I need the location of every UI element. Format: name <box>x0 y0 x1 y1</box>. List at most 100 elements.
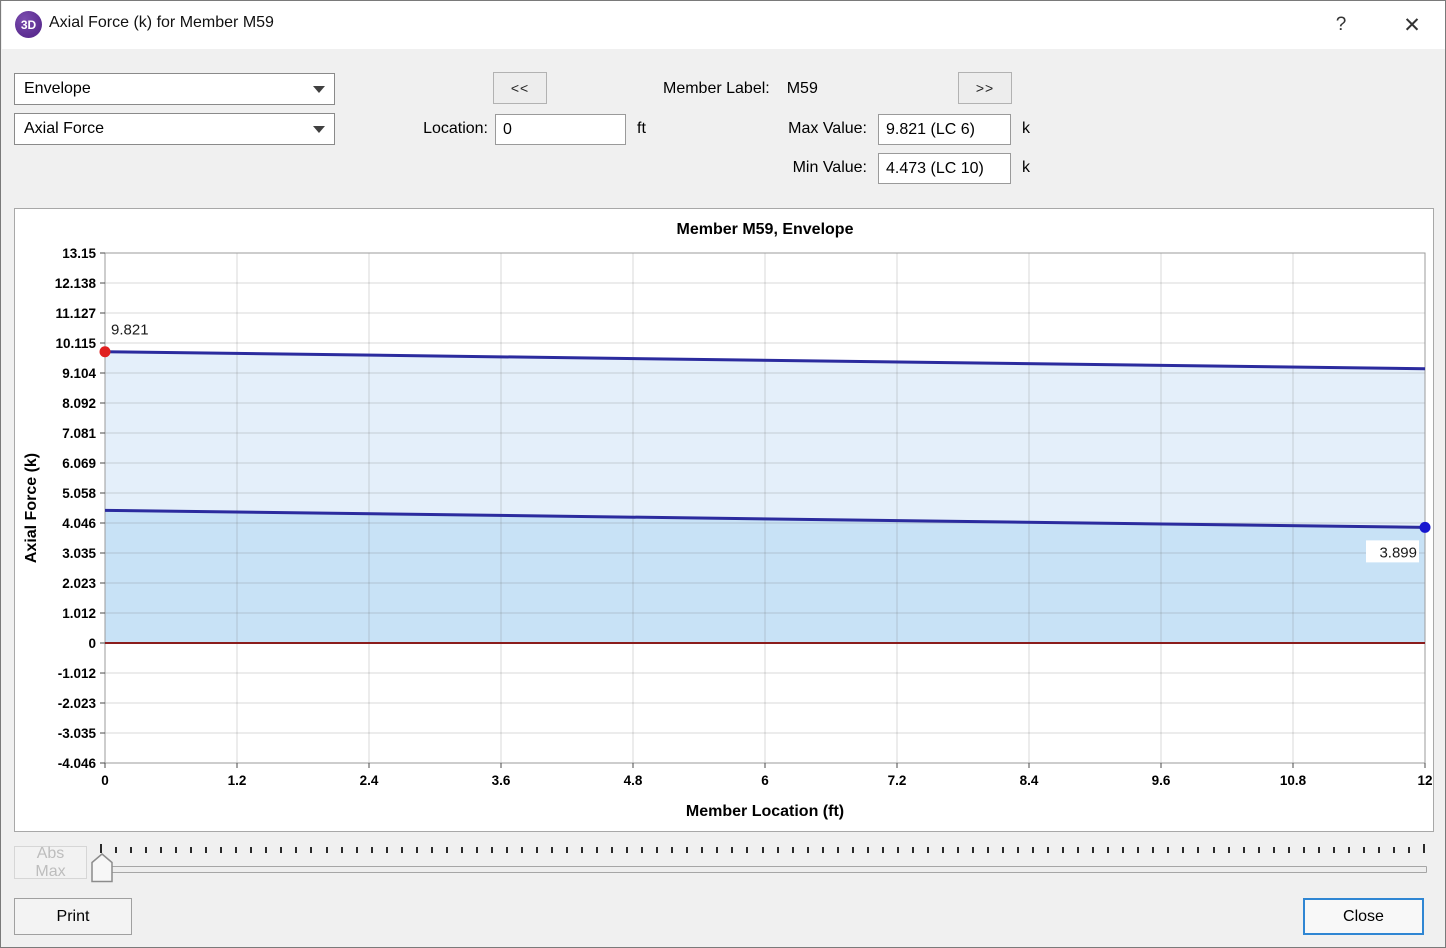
slider-tick <box>716 847 718 853</box>
slider-tick <box>1197 847 1199 853</box>
slider-tick <box>506 847 508 853</box>
previous-member-button[interactable]: << <box>493 72 547 104</box>
slider-tick <box>1303 847 1305 853</box>
slider-tick <box>882 847 884 853</box>
svg-text:7.081: 7.081 <box>62 426 96 441</box>
svg-text:3.6: 3.6 <box>492 773 511 788</box>
max-value-input[interactable] <box>878 114 1011 145</box>
svg-text:1.2: 1.2 <box>228 773 247 788</box>
location-caption: Location: <box>331 120 488 138</box>
min-value-input[interactable] <box>878 153 1011 184</box>
chevron-down-icon <box>313 126 325 133</box>
location-unit: ft <box>637 120 646 138</box>
svg-text:11.127: 11.127 <box>55 306 96 321</box>
min-value-unit: k <box>1022 159 1030 177</box>
slider-tick <box>1137 847 1139 853</box>
slider-tick <box>1077 847 1079 853</box>
svg-text:4.046: 4.046 <box>62 516 96 531</box>
slider-tick <box>401 847 403 853</box>
slider-tick <box>1122 847 1124 853</box>
svg-text:6.069: 6.069 <box>62 456 96 471</box>
slider-tick <box>356 847 358 853</box>
slider-tick <box>852 847 854 853</box>
result-case-dropdown[interactable]: Envelope <box>14 73 335 105</box>
abs-max-button[interactable]: Abs Max <box>14 846 87 879</box>
extreme-value-marker <box>1420 522 1431 533</box>
svg-text:13.15: 13.15 <box>62 246 96 261</box>
slider-tick <box>912 847 914 853</box>
next-member-button[interactable]: >> <box>958 72 1012 104</box>
slider-tick <box>566 847 568 853</box>
print-button[interactable]: Print <box>14 898 132 935</box>
slider-tick <box>1408 847 1410 853</box>
slider-tick <box>205 847 207 853</box>
slider-tick <box>762 847 764 853</box>
svg-text:6: 6 <box>761 773 769 788</box>
slider-tick <box>1167 847 1169 853</box>
slider-tick <box>1378 847 1380 853</box>
svg-text:3.899: 3.899 <box>1379 544 1417 561</box>
slider-tick <box>431 847 433 853</box>
slider-tick <box>792 847 794 853</box>
slider-tick <box>1423 844 1425 853</box>
slider-tick <box>626 847 628 853</box>
slider-tick <box>220 847 222 853</box>
slider-tick <box>1213 847 1215 853</box>
slider-tick <box>656 847 658 853</box>
location-slider-handle[interactable] <box>91 853 113 883</box>
slider-tick <box>867 847 869 853</box>
svg-text:9.821: 9.821 <box>111 322 149 339</box>
slider-tick <box>701 847 703 853</box>
result-case-value: Envelope <box>24 80 91 98</box>
slider-tick <box>145 847 147 853</box>
svg-text:-3.035: -3.035 <box>58 726 97 741</box>
slider-tick <box>1333 847 1335 853</box>
force-type-value: Axial Force <box>24 120 104 138</box>
window-close-icon[interactable]: ✕ <box>1395 8 1429 42</box>
app-3d-icon: 3D <box>15 11 42 38</box>
slider-tick <box>115 847 117 853</box>
slider-tick <box>371 847 373 853</box>
slider-tick <box>100 844 102 853</box>
member-label-row: Member Label: M59 <box>663 80 818 98</box>
svg-text:0: 0 <box>101 773 109 788</box>
slider-tick <box>491 847 493 853</box>
slider-tick <box>310 847 312 853</box>
svg-text:3.035: 3.035 <box>62 546 96 561</box>
min-value-caption: Min Value: <box>701 159 867 177</box>
slider-tick <box>386 847 388 853</box>
slider-tick <box>777 847 779 853</box>
location-input[interactable] <box>495 114 626 145</box>
slider-tick <box>927 847 929 853</box>
slider-tick <box>641 847 643 853</box>
slider-tick <box>1047 847 1049 853</box>
chart-title: Member M59, Envelope <box>677 221 854 238</box>
slider-tick <box>1348 847 1350 853</box>
slider-tick <box>1243 847 1245 853</box>
svg-text:8.4: 8.4 <box>1020 773 1039 788</box>
slider-tick <box>1062 847 1064 853</box>
force-type-dropdown[interactable]: Axial Force <box>14 113 335 145</box>
svg-text:9.6: 9.6 <box>1152 773 1171 788</box>
slider-tick <box>942 847 944 853</box>
location-slider-track[interactable] <box>100 866 1427 873</box>
slider-tick <box>957 847 959 853</box>
slider-tick <box>326 847 328 853</box>
slider-tick <box>837 847 839 853</box>
slider-tick <box>160 847 162 853</box>
location-slider-ticks <box>100 844 1427 856</box>
help-button[interactable]: ? <box>1324 8 1358 42</box>
close-button[interactable]: Close <box>1303 898 1424 935</box>
slider-tick <box>250 847 252 853</box>
slider-tick <box>581 847 583 853</box>
slider-tick <box>190 847 192 853</box>
slider-tick <box>551 847 553 853</box>
slider-tick <box>461 847 463 853</box>
slider-tick <box>746 847 748 853</box>
slider-tick <box>987 847 989 853</box>
chevron-down-icon <box>313 86 325 93</box>
slider-tick <box>1032 847 1034 853</box>
slider-tick <box>807 847 809 853</box>
svg-text:2.023: 2.023 <box>62 576 96 591</box>
slider-tick <box>341 847 343 853</box>
